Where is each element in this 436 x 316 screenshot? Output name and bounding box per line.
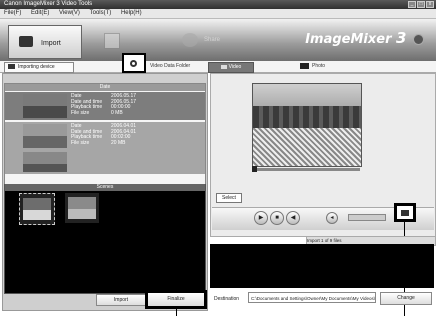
scene-list: Scenes bbox=[4, 184, 206, 294]
stop-icon[interactable]: ■ bbox=[270, 211, 284, 225]
tab-video[interactable]: Video bbox=[208, 62, 254, 73]
video-preview bbox=[252, 83, 362, 167]
date-row[interactable]: Date 2006.05.17 Date and time 2006.05.17 P… bbox=[5, 92, 205, 120]
menu-bar: File(F) Edit(E) View(V) Tools(T) Help(H) bbox=[0, 9, 436, 19]
video-icon bbox=[220, 64, 227, 69]
destination-label: Destination bbox=[214, 296, 240, 302]
callout-line bbox=[176, 309, 177, 316]
settings-button[interactable] bbox=[122, 53, 146, 73]
finalize-button[interactable]: Finalize bbox=[145, 290, 207, 309]
date-header: Date bbox=[5, 84, 205, 91]
title-bar: Canon ImageMixer 3 Video Tools _ □ x bbox=[0, 0, 436, 9]
brand-ball-icon bbox=[413, 34, 424, 45]
tab-photo[interactable]: Photo bbox=[312, 63, 325, 69]
video-folder-link[interactable]: Video Data Folder bbox=[150, 63, 190, 69]
date-row-info: Date 2006.04.01 Date and time 2006.04.01 P… bbox=[71, 123, 137, 146]
scene-thumbnail[interactable] bbox=[19, 193, 55, 225]
import-button[interactable]: Import bbox=[96, 294, 146, 306]
date-thumbnail bbox=[23, 124, 67, 148]
share-mode-button[interactable]: Share bbox=[176, 25, 246, 57]
maximize-button[interactable]: □ bbox=[417, 1, 425, 8]
camera-icon bbox=[401, 210, 409, 216]
import-mode-button[interactable]: Import bbox=[8, 25, 82, 59]
date-row-info: Date 2006.05.17 Date and time 2006.05.17 P… bbox=[71, 93, 137, 116]
menu-tools[interactable]: Tools(T) bbox=[90, 10, 112, 16]
mode-bar: Import Share ImageMixer 3 bbox=[0, 19, 436, 61]
minimize-button[interactable]: _ bbox=[408, 1, 416, 8]
camcorder-icon bbox=[8, 64, 15, 70]
seek-handle[interactable] bbox=[252, 166, 257, 172]
share-mode-label: Share bbox=[204, 37, 221, 43]
camera-icon bbox=[19, 36, 33, 47]
brand-logo: ImageMixer 3 bbox=[305, 29, 424, 47]
menu-help[interactable]: Help(H) bbox=[121, 10, 142, 16]
volume-icon[interactable]: ◂ bbox=[326, 212, 338, 224]
brand-version: 3 bbox=[396, 29, 407, 47]
edit-icon bbox=[104, 33, 120, 49]
volume-slider[interactable] bbox=[348, 214, 386, 221]
date-thumbnail bbox=[23, 152, 67, 172]
date-thumbnail bbox=[23, 94, 67, 118]
scene-thumbnail[interactable] bbox=[65, 193, 99, 223]
rewind-icon[interactable]: ◀ bbox=[286, 211, 300, 225]
menu-file[interactable]: File(F) bbox=[4, 10, 21, 16]
brand-name: ImageMixer bbox=[305, 32, 392, 47]
change-button[interactable]: Change bbox=[380, 292, 432, 305]
disc-icon bbox=[182, 33, 198, 47]
date-row[interactable] bbox=[5, 150, 205, 174]
menu-edit[interactable]: Edit(E) bbox=[31, 10, 49, 16]
importing-device-label: Importing device bbox=[18, 64, 55, 70]
import-mode-label: Import bbox=[41, 40, 61, 47]
select-chip[interactable]: Select bbox=[216, 193, 242, 203]
date-list: Date Date 2006.05.17 Date and time 2006.05… bbox=[4, 83, 206, 185]
close-button[interactable]: x bbox=[426, 1, 434, 8]
menu-view[interactable]: View(V) bbox=[59, 10, 80, 16]
importing-device-button[interactable]: Importing device bbox=[4, 62, 74, 73]
photo-icon[interactable] bbox=[300, 63, 309, 69]
destination-field[interactable]: C:\Documents and Settings\Owner\My Docum… bbox=[248, 292, 376, 303]
import-tray bbox=[210, 244, 434, 288]
seek-bar[interactable] bbox=[252, 168, 360, 171]
tab-video-label: Video bbox=[228, 64, 242, 70]
play-icon[interactable]: ▶ bbox=[254, 211, 268, 225]
window-title: Canon ImageMixer 3 Video Tools bbox=[4, 1, 93, 7]
snapshot-button[interactable] bbox=[394, 203, 416, 222]
date-row[interactable]: Date 2006.04.01 Date and time 2006.04.01 P… bbox=[5, 122, 205, 150]
scenes-header: Scenes bbox=[5, 184, 205, 191]
